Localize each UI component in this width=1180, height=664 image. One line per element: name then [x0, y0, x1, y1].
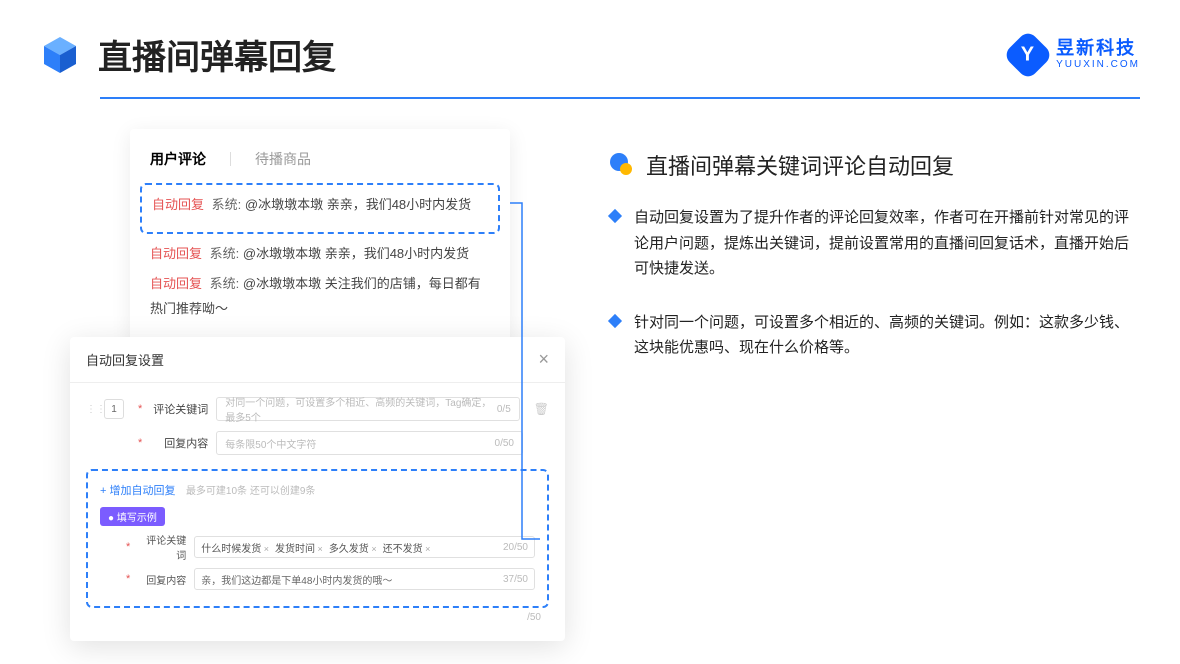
system-label: 系统:	[212, 197, 242, 212]
brand-subtitle: YUUXIN.COM	[1056, 59, 1140, 70]
tab-pending-products[interactable]: 待播商品	[255, 149, 311, 169]
row-number: 1	[104, 399, 124, 419]
brand-name: 昱新科技	[1056, 39, 1140, 59]
auto-reply-badge: 自动回复	[152, 197, 204, 212]
add-hint: 最多可建10条 还可以创建9条	[186, 486, 315, 497]
example-section: + 增加自动回复 最多可建10条 还可以创建9条 ● 填写示例 * 评论关键词 …	[86, 469, 549, 608]
add-auto-reply-link[interactable]: + 增加自动回复	[100, 485, 175, 497]
example-content-row: * 回复内容 亲，我们这边都是下单48小时内发货的哦～ 37/50	[100, 568, 535, 590]
tab-divider	[230, 152, 231, 166]
content-row: * 回复内容 每条限50个中文字符 0/50	[86, 431, 549, 455]
bullet-text: 针对同一个问题，可设置多个相近的、高频的关键词。例如：这款多少钱、这块能优惠吗、…	[634, 310, 1140, 361]
keyword-input[interactable]: 对同一个问题，可设置多个相近、高频的关键词，Tag确定，最多5个 0/5	[216, 397, 519, 421]
description-panel: 直播间弹幕关键词评论自动回复 自动回复设置为了提升作者的评论回复效率，作者可在开…	[570, 129, 1140, 389]
page-header: 直播间弹幕回复 Y 昱新科技 YUUXIN.COM	[0, 0, 1180, 79]
keyword-tag[interactable]: 还不发货	[383, 540, 431, 555]
keyword-tag[interactable]: 多久发货	[329, 540, 377, 555]
info-title: 直播间弹幕关键词评论自动回复	[646, 149, 954, 181]
diamond-icon	[608, 209, 622, 223]
delete-icon[interactable]: 🗑	[534, 402, 549, 416]
keyword-tag[interactable]: 发货时间	[275, 540, 323, 555]
highlighted-comment: 自动回复 系统: @冰墩墩本墩 亲亲，我们48小时内发货	[140, 183, 500, 234]
cube-icon	[40, 35, 80, 75]
list-item: 自动回复 系统: @冰墩墩本墩 亲亲，我们48小时内发货	[150, 242, 490, 267]
diamond-icon	[608, 313, 622, 327]
example-content-input[interactable]: 亲，我们这边都是下单48小时内发货的哦～ 37/50	[194, 568, 535, 590]
tab-user-comments[interactable]: 用户评论	[150, 149, 206, 169]
content-input[interactable]: 每条限50个中文字符 0/50	[216, 431, 523, 455]
close-icon[interactable]: ×	[538, 349, 549, 370]
example-keyword-row: * 评论关键词 什么时候发货 发货时间 多久发货 还不发货 20/50	[100, 532, 535, 562]
modal-header: 自动回复设置 ×	[70, 337, 565, 383]
drag-handle-icon[interactable]: ⋮⋮	[86, 404, 96, 415]
auto-reply-settings-modal: 自动回复设置 × ⋮⋮ 1 * 评论关键词 对同一个问题，可设置多个相近、高频的…	[70, 337, 565, 641]
example-keyword-input[interactable]: 什么时候发货 发货时间 多久发货 还不发货 20/50	[194, 536, 535, 558]
modal-title: 自动回复设置	[86, 350, 164, 369]
brand-logo: Y 昱新科技 YUUXIN.COM	[1010, 37, 1140, 73]
list-item: 自动回复 系统: @冰墩墩本墩 关注我们的店铺，每日都有热门推荐呦～	[150, 272, 490, 321]
tabs: 用户评论 待播商品	[150, 149, 490, 169]
keyword-row: ⋮⋮ 1 * 评论关键词 对同一个问题，可设置多个相近、高频的关键词，Tag确定…	[86, 397, 549, 421]
keyword-label: 评论关键词	[150, 401, 208, 417]
bullet-text: 自动回复设置为了提升作者的评论回复效率，作者可在开播前针对常见的评论用户问题，提…	[634, 205, 1140, 282]
content-label: 回复内容	[150, 435, 208, 451]
callout-icon	[610, 153, 634, 177]
outer-char-count: /50	[86, 608, 549, 623]
brand-badge-icon: Y	[1003, 29, 1054, 80]
bullet-item: 自动回复设置为了提升作者的评论回复效率，作者可在开播前针对常见的评论用户问题，提…	[610, 205, 1140, 282]
keyword-tag[interactable]: 什么时候发货	[201, 540, 269, 555]
example-badge: ● 填写示例	[100, 507, 165, 526]
comment-text: @冰墩墩本墩 亲亲，我们48小时内发货	[245, 197, 471, 212]
required-star: *	[138, 403, 142, 415]
page-title: 直播间弹幕回复	[98, 30, 336, 79]
screenshot-mock: 用户评论 待播商品 自动回复 系统: @冰墩墩本墩 亲亲，我们48小时内发货 自…	[70, 129, 570, 389]
bullet-item: 针对同一个问题，可设置多个相近的、高频的关键词。例如：这款多少钱、这块能优惠吗、…	[610, 310, 1140, 361]
comments-panel: 用户评论 待播商品 自动回复 系统: @冰墩墩本墩 亲亲，我们48小时内发货 自…	[130, 129, 510, 348]
